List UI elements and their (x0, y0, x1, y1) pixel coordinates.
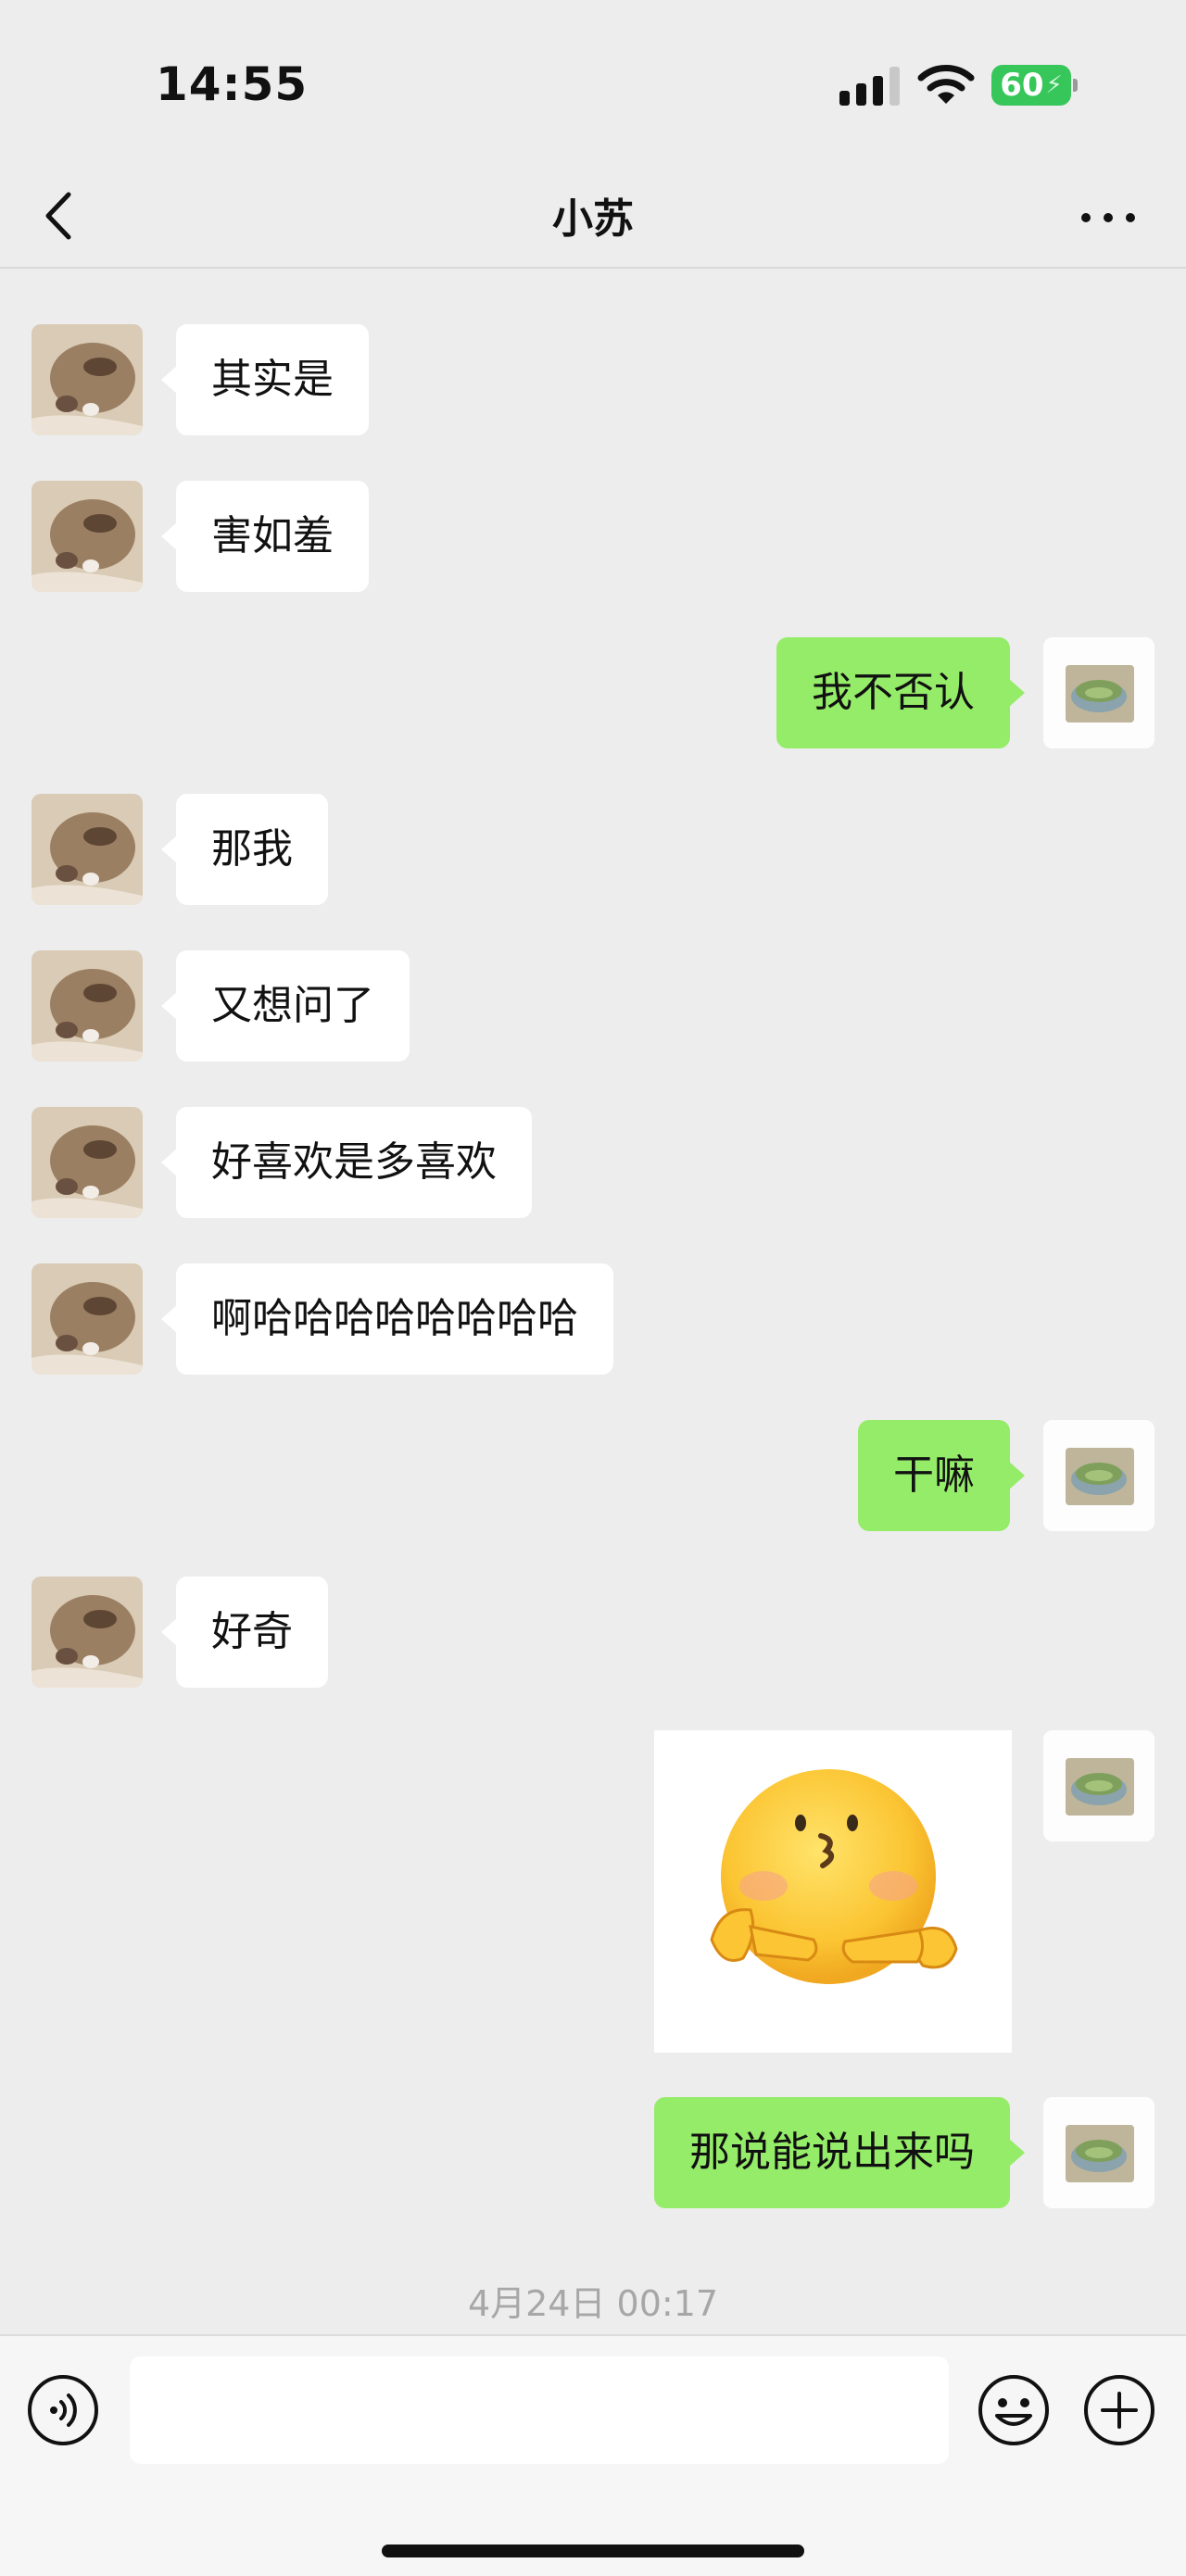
my-avatar[interactable] (1043, 1420, 1154, 1531)
cat-avatar-image (32, 1263, 143, 1375)
cat-avatar-image (32, 794, 143, 905)
bowl-avatar-image (1043, 1420, 1154, 1531)
chat-input-bar (0, 2334, 1186, 2576)
cat-avatar-image (32, 324, 143, 435)
status-time: 14:55 (156, 57, 309, 111)
home-indicator[interactable] (382, 2545, 804, 2557)
wifi-icon (917, 65, 975, 104)
cat-avatar-image (32, 481, 143, 592)
plus-icon[interactable] (1082, 2373, 1156, 2447)
message-bubble[interactable]: 啊哈哈哈哈哈哈哈哈 (161, 1263, 613, 1375)
contact-avatar[interactable] (32, 950, 143, 1062)
voice-icon[interactable] (26, 2373, 100, 2447)
cat-avatar-image (32, 1107, 143, 1218)
charging-bolt-icon: ⚡ (1045, 71, 1063, 99)
bowl-avatar-image (1043, 1730, 1154, 1841)
message-bubble[interactable]: 好喜欢是多喜欢 (161, 1107, 532, 1218)
signal-icon (839, 65, 901, 106)
contact-avatar[interactable] (32, 481, 143, 592)
contact-avatar[interactable] (32, 1107, 143, 1218)
battery-charging-icon: 60 ⚡ (991, 65, 1078, 106)
my-avatar[interactable] (1043, 1730, 1154, 1841)
chat-nav-bar: 小苏 (0, 167, 1186, 269)
more-dots-icon[interactable] (1079, 204, 1138, 232)
bowl-avatar-image (1043, 2097, 1154, 2208)
message-bubble[interactable]: 我不否认 (776, 637, 1025, 748)
battery-level: 60 (1000, 67, 1044, 104)
message-bubble[interactable]: 其实是 (161, 324, 369, 435)
message-bubble[interactable]: 那说能说出来吗 (654, 2097, 1025, 2208)
message-bubble[interactable]: 又想问了 (161, 950, 410, 1062)
emoji-icon[interactable] (977, 2373, 1051, 2447)
message-bubble[interactable]: 干嘛 (858, 1420, 1025, 1531)
message-bubble[interactable]: 好奇 (161, 1577, 328, 1688)
shy-emoji-icon (710, 1769, 958, 1984)
message-bubble[interactable]: 那我 (161, 794, 328, 905)
status-bar: 14:55 60 ⚡ (0, 0, 1186, 167)
my-avatar[interactable] (1043, 637, 1154, 748)
contact-avatar[interactable] (32, 1263, 143, 1375)
cat-avatar-image (32, 950, 143, 1062)
message-timestamp: 4月24日 00:17 (467, 2283, 719, 2324)
chat-title: 小苏 (552, 195, 634, 243)
message-bubble[interactable]: 害如羞 (161, 481, 369, 592)
contact-avatar[interactable] (32, 794, 143, 905)
message-input[interactable] (130, 2356, 949, 2464)
shy-emoji-sticker[interactable] (654, 1730, 1012, 2053)
my-avatar[interactable] (1043, 2097, 1154, 2208)
bowl-avatar-image (1043, 637, 1154, 748)
cat-avatar-image (32, 1577, 143, 1688)
contact-avatar[interactable] (32, 1577, 143, 1688)
contact-avatar[interactable] (32, 324, 143, 435)
